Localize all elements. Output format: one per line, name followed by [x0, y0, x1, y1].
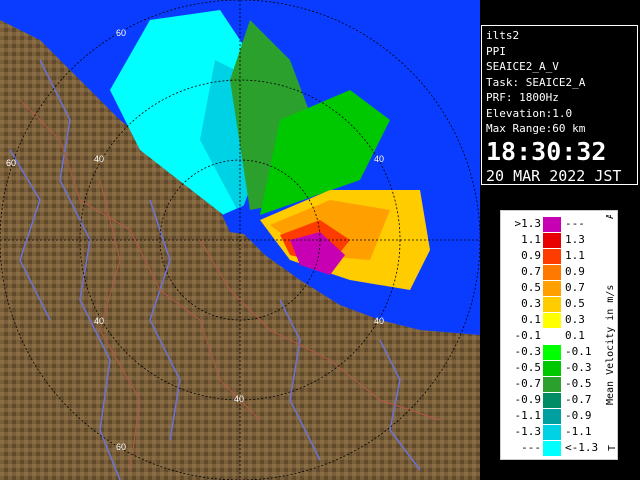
ring-label: 60	[116, 442, 126, 452]
legend-row: -0.9 -0.7	[501, 393, 601, 408]
ring-label: 40	[94, 316, 104, 326]
legend-color-swatch	[543, 217, 561, 232]
legend-upper-bound: 0.9	[565, 265, 585, 278]
legend-row: -0.1 0.1	[501, 329, 601, 344]
legend-row: -0.7 -0.5	[501, 377, 601, 392]
legend-bottom-marker: T	[607, 445, 617, 451]
ring-label: 40	[94, 154, 104, 164]
legend-lower-bound: -0.5	[514, 361, 542, 374]
legend-color-swatch	[543, 249, 561, 264]
legend-color-swatch	[543, 329, 561, 344]
legend-lower-bound: 0.1	[521, 313, 541, 326]
legend-row: 1.1 1.3	[501, 233, 601, 248]
ring-label: 60	[6, 158, 16, 168]
legend-lower-bound: 0.9	[521, 249, 541, 262]
legend-row: 0.7 0.9	[501, 265, 601, 280]
legend-row: 0.9 1.1	[501, 249, 601, 264]
legend-lower-bound: -0.1	[514, 329, 542, 342]
product-type: PPI	[486, 44, 506, 58]
legend-row: 0.1 0.3	[501, 313, 601, 328]
legend-row: 0.5 0.7	[501, 281, 601, 296]
legend-upper-bound: -0.3	[565, 361, 592, 374]
legend-lower-bound: 0.3	[521, 297, 541, 310]
legend-color-swatch	[543, 297, 561, 312]
legend-upper-bound: -0.9	[565, 409, 592, 422]
ring-label: 40	[374, 316, 384, 326]
task-name: Task: SEAICE2_A	[486, 75, 586, 89]
legend-color-swatch	[543, 441, 561, 456]
legend-color-swatch	[543, 233, 561, 248]
legend-upper-bound: -0.7	[565, 393, 592, 406]
legend-color-swatch	[543, 393, 561, 408]
legend-lower-bound: -1.1	[514, 409, 542, 422]
velocity-legend: >1.3 --- 1.1 1.3 0.9 1.1 0.7 0.9 0.5 0.7 0.3 0.5 0.1…	[500, 210, 618, 460]
legend-row: -0.3 -0.1	[501, 345, 601, 360]
legend-upper-bound: ---	[565, 217, 585, 230]
legend-row: -0.5 -0.3	[501, 361, 601, 376]
legend-upper-bound: -0.5	[565, 377, 592, 390]
legend-row: -1.3 -1.1	[501, 425, 601, 440]
legend-lower-bound: -0.3	[514, 345, 542, 358]
legend-unit-text: Mean Velocity in m/s	[605, 285, 616, 405]
ring-label: 60	[116, 28, 126, 38]
legend-row: -1.1 -0.9	[501, 409, 601, 424]
ring-label: 40	[374, 154, 384, 164]
elevation-value: Elevation:1.0	[486, 106, 573, 120]
legend-upper-bound: -1.1	[565, 425, 592, 438]
site-name: ilts2	[486, 29, 520, 42]
legend-lower-bound: 0.5	[521, 281, 541, 294]
legend-upper-bound: 0.5	[565, 297, 585, 310]
legend-row: >1.3 ---	[501, 217, 601, 232]
radar-ppi-map: 60 40 60 40 40 40 40 60	[0, 0, 480, 480]
legend-row: 0.3 0.5	[501, 297, 601, 312]
legend-lower-bound: -0.7	[514, 377, 542, 390]
legend-upper-bound: 0.1	[565, 329, 585, 342]
legend-unit-label: A Mean Velocity in m/s T	[605, 215, 617, 451]
legend-upper-bound: <-1.3	[565, 441, 599, 454]
legend-color-swatch	[543, 425, 561, 440]
ring-label: 40	[234, 394, 244, 404]
legend-color-swatch	[543, 265, 561, 280]
prf-value: PRF: 1800Hz	[486, 91, 559, 104]
legend-lower-bound: >1.3	[514, 217, 542, 230]
legend-lower-bound: -1.3	[514, 425, 542, 438]
legend-color-swatch	[543, 313, 561, 328]
legend-color-swatch	[543, 345, 561, 360]
legend-upper-bound: 1.3	[565, 233, 585, 246]
legend-lower-bound: -0.9	[514, 393, 542, 406]
info-panel: ilts2 PPI SEAICE2_A_V Task: SEAICE2_A PR…	[481, 25, 638, 185]
legend-upper-bound: 0.3	[565, 313, 585, 326]
legend-color-swatch	[543, 409, 561, 424]
legend-lower-bound: 1.1	[521, 233, 541, 246]
legend-lower-bound: ---	[521, 441, 541, 454]
observation-time: 18:30:32	[486, 136, 607, 166]
legend-row: --- <-1.3	[501, 441, 601, 456]
legend-color-swatch	[543, 377, 561, 392]
legend-color-swatch	[543, 281, 561, 296]
max-range-value: Max Range:60 km	[486, 122, 586, 135]
legend-upper-bound: 1.1	[565, 249, 585, 262]
legend-color-swatch	[543, 361, 561, 376]
legend-lower-bound: 0.7	[521, 265, 541, 278]
observation-date: 20 MAR 2022 JST	[486, 166, 622, 185]
legend-upper-bound: -0.1	[565, 345, 592, 358]
legend-upper-bound: 0.7	[565, 281, 585, 294]
legend-top-marker: A	[605, 215, 616, 219]
scan-name: SEAICE2_A_V	[486, 60, 559, 73]
